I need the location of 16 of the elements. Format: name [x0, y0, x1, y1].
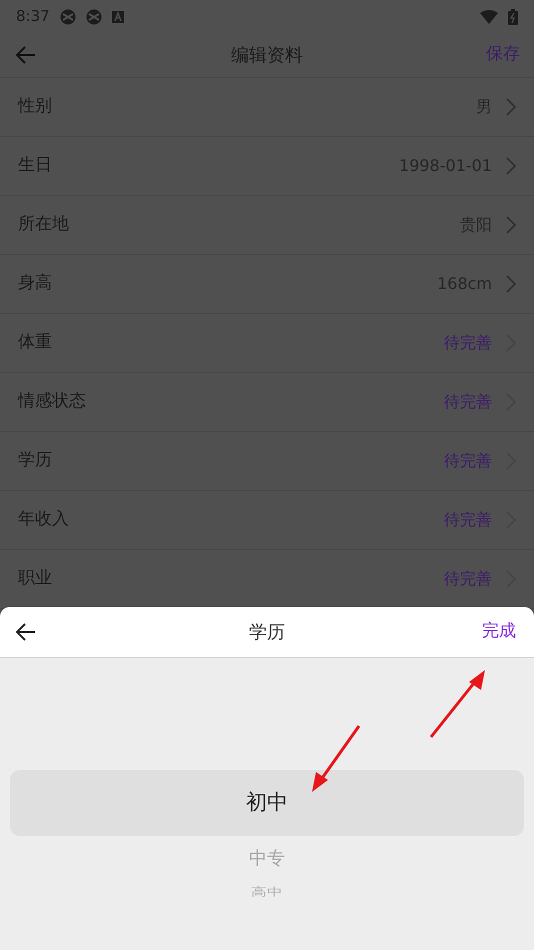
chevron-right-icon [506, 275, 516, 293]
wifi-icon [480, 10, 498, 24]
done-button[interactable]: 完成 [482, 619, 516, 645]
picker-option[interactable]: 初中 [10, 770, 524, 836]
keyboard-notification-icon [112, 10, 124, 22]
chevron-right-icon [506, 216, 516, 234]
picker-option[interactable]: 中专 [249, 846, 285, 872]
app-notification-icon [86, 8, 102, 24]
arrow-annotation [428, 668, 488, 740]
app-notification-icon [60, 8, 76, 24]
arrow-annotation [310, 724, 362, 794]
battery-icon [508, 8, 518, 24]
chevron-right-icon [506, 157, 516, 175]
picker-option[interactable]: 高中 [251, 885, 283, 899]
sheet-title: 学历 [249, 620, 285, 644]
chevron-right-icon [506, 98, 516, 116]
